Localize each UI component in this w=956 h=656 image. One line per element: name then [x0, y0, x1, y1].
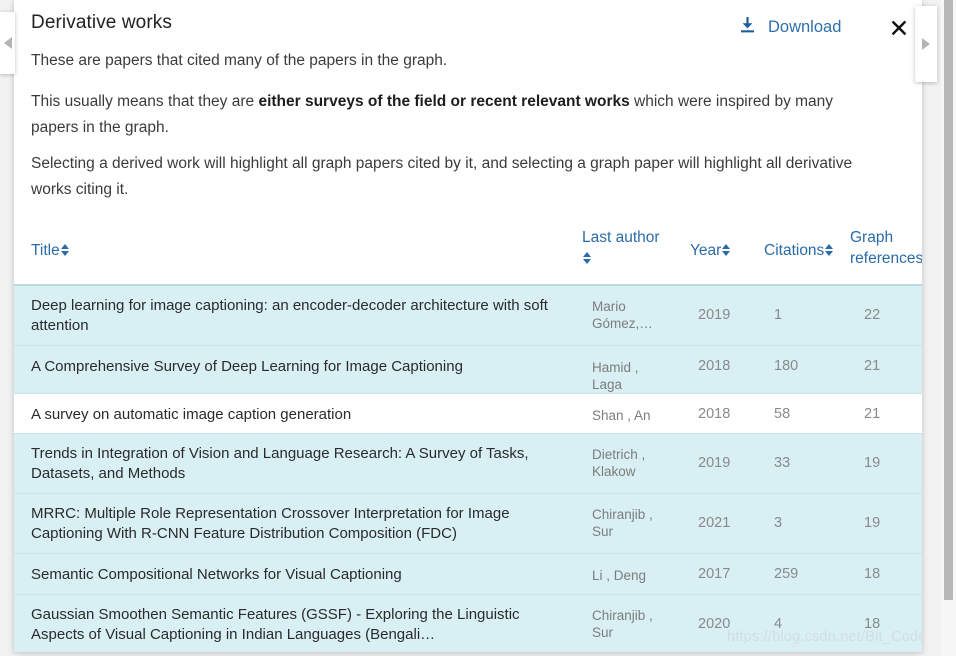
column-header-citations-label: Citations — [764, 242, 825, 259]
table-row[interactable]: Semantic Compositional Networks for Visu… — [14, 554, 922, 595]
description-paragraph-3: Selecting a derived work will highlight … — [31, 155, 853, 198]
row-last-author: Shan , An — [592, 408, 651, 423]
sort-both-icon — [824, 243, 835, 257]
table-row[interactable]: A survey on automatic image caption gene… — [14, 394, 922, 434]
row-graph-references: 19 — [864, 515, 881, 531]
table-row[interactable]: Gaussian Smoothen Semantic Features (GSS… — [14, 595, 922, 652]
column-header-title-label: Title — [31, 242, 60, 259]
close-x-icon[interactable]: ✕ — [883, 12, 915, 44]
vertical-scrollbar-thumb[interactable] — [944, 0, 953, 600]
row-last-author: Hamid , Laga — [592, 360, 639, 392]
row-graph-references: 18 — [864, 616, 881, 632]
description-paragraph-2: This usually means that they are either … — [31, 89, 883, 141]
derivative-works-panel: Derivative works Download ✕ These are pa… — [14, 0, 922, 652]
column-header-last-author-label: Last author — [582, 229, 660, 246]
download-label: Download — [768, 18, 842, 36]
column-header-graph-references[interactable]: Graph references — [850, 227, 922, 269]
row-title: Gaussian Smoothen Semantic Features (GSS… — [31, 606, 520, 643]
row-title: A Comprehensive Survey of Deep Learning … — [31, 358, 463, 375]
row-citations: 180 — [774, 358, 799, 374]
row-graph-references: 18 — [864, 566, 881, 582]
row-graph-references: 21 — [864, 406, 881, 422]
row-title: A survey on automatic image caption gene… — [31, 406, 352, 423]
sort-both-icon — [60, 243, 71, 257]
row-graph-references: 21 — [864, 358, 881, 374]
chevron-left-icon — [3, 37, 12, 49]
column-header-last-author[interactable]: Last author — [582, 227, 662, 269]
row-last-author: Mario Gómez,… — [592, 299, 653, 331]
page-title: Derivative works — [31, 12, 172, 33]
paragraph-2-emphasis: either surveys of the field or recent re… — [258, 93, 630, 110]
description-paragraph-1: These are papers that cited many of the … — [31, 52, 448, 69]
row-citations: 259 — [774, 566, 799, 582]
sort-both-icon — [582, 251, 593, 265]
download-button[interactable]: Download — [739, 16, 841, 39]
sort-both-icon — [721, 243, 732, 257]
row-citations: 58 — [774, 406, 791, 422]
table-header-row: Title Last author Year Citations Graph r… — [14, 222, 922, 284]
row-citations: 1 — [774, 307, 783, 323]
row-title: Deep learning for image captioning: an e… — [31, 297, 548, 334]
row-citations: 4 — [774, 616, 783, 632]
row-year: 2019 — [698, 455, 731, 471]
column-header-year-label: Year — [690, 242, 722, 259]
row-title: Trends in Integration of Vision and Lang… — [31, 445, 529, 482]
row-year: 2017 — [698, 566, 731, 582]
column-header-citations[interactable]: Citations — [764, 240, 835, 261]
column-header-title[interactable]: Title — [31, 240, 71, 261]
column-header-year[interactable]: Year — [690, 240, 732, 261]
row-year: 2018 — [698, 406, 731, 422]
derivative-works-table: Title Last author Year Citations Graph r… — [14, 222, 922, 652]
row-last-author: Chiranjib , Sur — [592, 608, 653, 640]
paragraph-2-prefix: This usually means that they are — [31, 93, 259, 110]
page-backdrop: Derivative works Download ✕ These are pa… — [0, 0, 956, 656]
download-arrow-icon — [739, 16, 756, 39]
table-row[interactable]: Trends in Integration of Vision and Lang… — [14, 434, 922, 494]
row-last-author: Li , Deng — [592, 568, 647, 583]
row-year: 2020 — [698, 616, 731, 632]
table-body: Deep learning for image captioning: an e… — [14, 284, 922, 652]
row-year: 2021 — [698, 515, 731, 531]
table-row[interactable]: A Comprehensive Survey of Deep Learning … — [14, 346, 922, 394]
column-header-graph-references-label: Graph references — [850, 229, 922, 267]
row-citations: 33 — [774, 455, 791, 471]
row-last-author: Chiranjib , Sur — [592, 507, 653, 539]
row-graph-references: 22 — [864, 307, 881, 323]
row-title: MRRC: Multiple Role Representation Cross… — [31, 505, 510, 542]
row-last-author: Dietrich , Klakow — [592, 447, 646, 479]
row-year: 2019 — [698, 307, 731, 323]
row-citations: 3 — [774, 515, 783, 531]
row-graph-references: 19 — [864, 455, 881, 471]
panel-next-tab[interactable] — [915, 6, 937, 82]
table-row[interactable]: MRRC: Multiple Role Representation Cross… — [14, 494, 922, 554]
chevron-right-icon — [922, 38, 930, 50]
panel-previous-tab[interactable] — [0, 12, 15, 74]
row-title: Semantic Compositional Networks for Visu… — [31, 566, 402, 583]
row-year: 2018 — [698, 358, 731, 374]
vertical-scrollbar-track[interactable] — [941, 0, 956, 656]
table-row[interactable]: Deep learning for image captioning: an e… — [14, 284, 922, 346]
